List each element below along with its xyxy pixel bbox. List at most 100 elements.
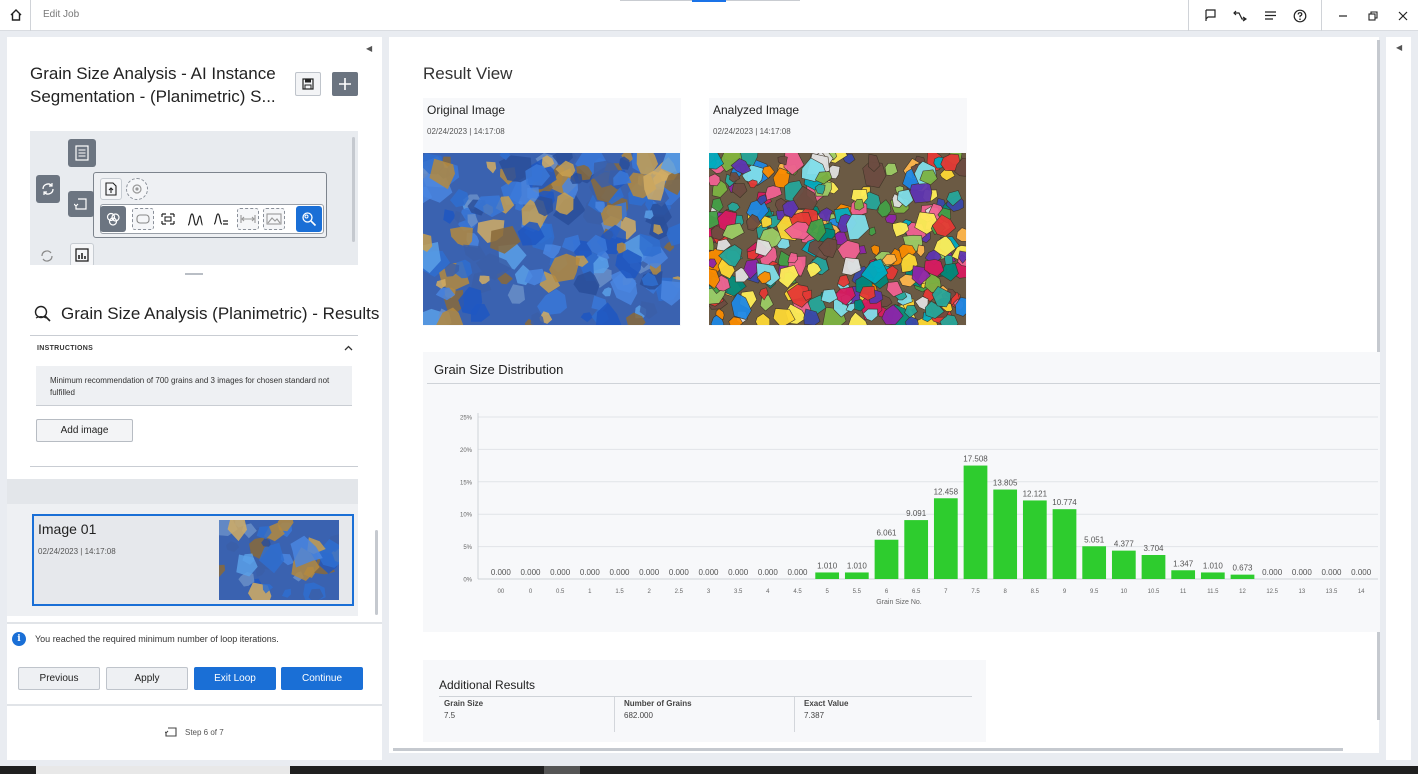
instructions-text: Minimum recommendation of 700 grains and… — [36, 366, 352, 406]
restore-icon[interactable] — [1358, 0, 1388, 31]
expand-right-icon[interactable]: ◀ — [1396, 43, 1402, 52]
left-scrollbar[interactable] — [375, 530, 378, 615]
bar — [1171, 570, 1196, 579]
x-tick-label: 4 — [766, 589, 770, 595]
settings-step-icon[interactable] — [126, 178, 148, 200]
image-overlay-icon[interactable] — [263, 208, 285, 230]
divider — [794, 697, 795, 732]
apply-button[interactable]: Apply — [106, 667, 188, 690]
connect-icon[interactable] — [1225, 0, 1255, 31]
home-icon[interactable] — [7, 6, 25, 24]
result-key: Number of Grains — [624, 699, 692, 708]
help-icon[interactable] — [1285, 0, 1315, 31]
grain-size-chart: 0% 5% 10% 15% 20% 25% 0.000 00 0.000 0 0.000 0.5 0.0… — [460, 413, 1378, 606]
add-image-button[interactable]: Add image — [36, 419, 133, 442]
data-label: 1.010 — [847, 561, 868, 570]
close-icon[interactable] — [1388, 0, 1418, 31]
instructions-label: INSTRUCTIONS — [37, 345, 94, 352]
histogram-filter-icon[interactable] — [210, 208, 232, 230]
x-tick-label: 00 — [497, 589, 504, 595]
data-label: 6.061 — [876, 529, 897, 538]
segmentation-icon[interactable] — [100, 206, 126, 232]
title-separator — [30, 0, 31, 31]
data-label: 1.347 — [1173, 559, 1194, 568]
save-button[interactable] — [295, 72, 321, 96]
original-image-card: Original Image 02/24/2023 | 14:17:08 — [423, 98, 681, 326]
x-axis-label: Grain Size No. — [876, 599, 922, 606]
data-label: 9.091 — [906, 509, 927, 518]
data-label: 1.010 — [1203, 561, 1224, 570]
job-title: Grain Size Analysis - AI Instance Segmen… — [30, 64, 276, 106]
save-icon — [302, 78, 314, 90]
x-tick-label: 9.5 — [1090, 589, 1099, 595]
x-tick-label: 10 — [1120, 589, 1127, 595]
menu-icon[interactable] — [1255, 0, 1285, 31]
exact-value-result: Exact Value 7.387 — [804, 699, 848, 720]
x-tick-label: 13.5 — [1326, 589, 1338, 595]
data-label: 5.051 — [1084, 535, 1105, 544]
add-step-button[interactable] — [332, 72, 358, 96]
loop-icon[interactable] — [36, 175, 60, 203]
result-key: Exact Value — [804, 699, 849, 708]
data-label: 0.000 — [609, 568, 630, 577]
x-tick-label: 3 — [707, 589, 711, 595]
collapse-left-icon[interactable]: ◀ — [366, 44, 372, 53]
image-upload-icon[interactable] — [100, 178, 122, 200]
analyzed-image-label: Analyzed Image — [713, 103, 800, 117]
analyzed-image-card: Analyzed Image 02/24/2023 | 14:17:08 — [709, 98, 967, 326]
bar — [933, 498, 958, 579]
collapse-instructions-icon[interactable] — [344, 343, 353, 353]
x-tick-label: 6.5 — [912, 589, 921, 595]
bar — [844, 572, 869, 579]
y-tick-label: 15% — [460, 480, 473, 486]
data-label: 17.508 — [963, 455, 988, 464]
x-tick-label: 8.5 — [1031, 589, 1040, 595]
histogram-icon[interactable] — [184, 208, 206, 230]
feedback-flag-icon[interactable] — [1195, 0, 1225, 31]
original-image[interactable] — [423, 153, 680, 325]
plus-icon — [339, 78, 351, 90]
loop-return-icon[interactable] — [68, 191, 94, 217]
results-step-icon[interactable] — [296, 206, 322, 232]
data-label: 12.458 — [934, 487, 959, 496]
original-image-label: Original Image — [427, 103, 506, 117]
image-card[interactable]: Image 01 02/24/2023 | 14:17:08 — [32, 514, 354, 606]
info-message: i You reached the required minimum numbe… — [12, 632, 279, 646]
workflow-scrollbar[interactable] — [352, 137, 355, 242]
x-tick-label: 2 — [647, 589, 651, 595]
x-tick-label: 5.5 — [853, 589, 862, 595]
grid-measure-icon[interactable] — [157, 208, 179, 230]
bar — [1052, 509, 1077, 579]
region-icon[interactable] — [132, 208, 154, 230]
bar — [963, 465, 988, 579]
analyzed-image-date: 02/24/2023 | 14:17:08 — [713, 127, 791, 136]
bar — [874, 539, 899, 579]
continue-button[interactable]: Continue — [281, 667, 363, 690]
bar — [1022, 500, 1047, 579]
loop-small-icon[interactable] — [36, 245, 58, 265]
resize-handle[interactable] — [185, 273, 203, 275]
x-tick-label: 1 — [588, 589, 592, 595]
data-label: 0.000 — [758, 568, 779, 577]
x-tick-label: 3.5 — [734, 589, 743, 595]
separator — [1321, 0, 1322, 31]
taskbar-item[interactable] — [36, 766, 290, 774]
taskbar-item[interactable] — [544, 766, 580, 774]
result-hscrollbar[interactable] — [393, 748, 1343, 751]
x-tick-label: 0.5 — [556, 589, 565, 595]
data-label: 4.377 — [1114, 540, 1135, 549]
exit-loop-button[interactable]: Exit Loop — [194, 667, 276, 690]
x-tick-label: 12 — [1239, 589, 1246, 595]
document-step-icon[interactable] — [68, 139, 96, 167]
report-icon[interactable] — [70, 243, 94, 265]
data-label: 0.000 — [639, 568, 660, 577]
measure-distance-icon[interactable] — [237, 208, 259, 230]
loop-return-icon — [165, 727, 177, 737]
bar — [904, 520, 929, 579]
analyzed-image[interactable] — [709, 153, 966, 325]
x-tick-label: 14 — [1358, 589, 1365, 595]
minimize-icon[interactable] — [1328, 0, 1358, 31]
result-view-title: Result View — [423, 64, 513, 83]
result-value: 7.5 — [444, 711, 456, 720]
previous-button[interactable]: Previous — [18, 667, 100, 690]
